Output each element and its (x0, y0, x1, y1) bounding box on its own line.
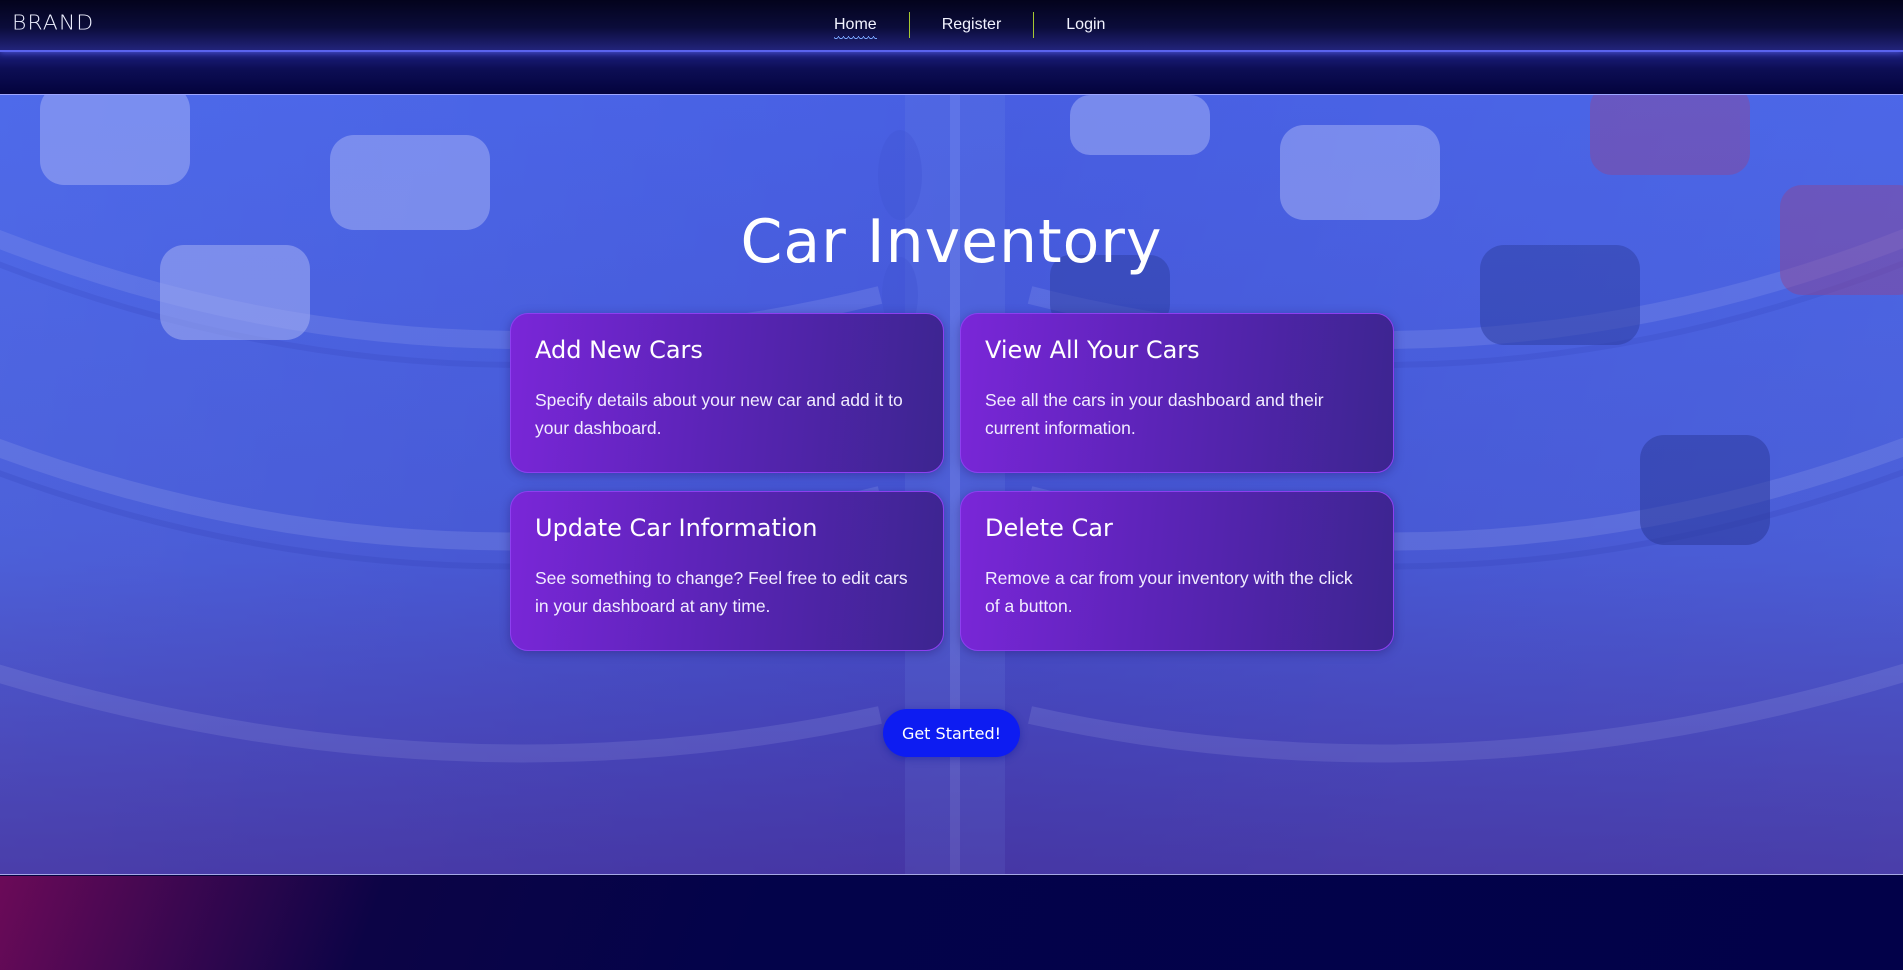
nav-link-login[interactable]: Login (1034, 12, 1137, 38)
card-description: Remove a car from your inventory with th… (985, 568, 1353, 616)
header-band (0, 52, 1903, 95)
feature-card-view: View All Your Cars See all the cars in y… (960, 313, 1394, 473)
navbar: BRAND Home Register Login (0, 0, 1903, 52)
feature-cards: Add New Cars Specify details about your … (510, 313, 1394, 651)
card-description: See all the cars in your dashboard and t… (985, 390, 1324, 438)
card-title: View All Your Cars (985, 336, 1200, 364)
footer (0, 876, 1903, 970)
card-title: Delete Car (985, 514, 1113, 542)
card-title: Update Car Information (535, 514, 818, 542)
nav-links: Home Register Login (802, 12, 1137, 40)
feature-card-delete: Delete Car Remove a car from your invent… (960, 491, 1394, 651)
card-description: See something to change? Feel free to ed… (535, 568, 908, 616)
feature-card-add: Add New Cars Specify details about your … (510, 313, 944, 473)
hero-section: Car Inventory Add New Cars Specify detai… (0, 95, 1903, 875)
card-title: Add New Cars (535, 336, 703, 364)
get-started-button[interactable]: Get Started! (883, 709, 1020, 757)
card-description: Specify details about your new car and a… (535, 390, 903, 438)
nav-link-home[interactable]: Home (802, 12, 909, 40)
feature-card-update: Update Car Information See something to … (510, 491, 944, 651)
page-title: Car Inventory (740, 207, 1163, 277)
brand-logo[interactable]: BRAND (12, 12, 94, 35)
nav-link-register[interactable]: Register (910, 12, 1034, 38)
